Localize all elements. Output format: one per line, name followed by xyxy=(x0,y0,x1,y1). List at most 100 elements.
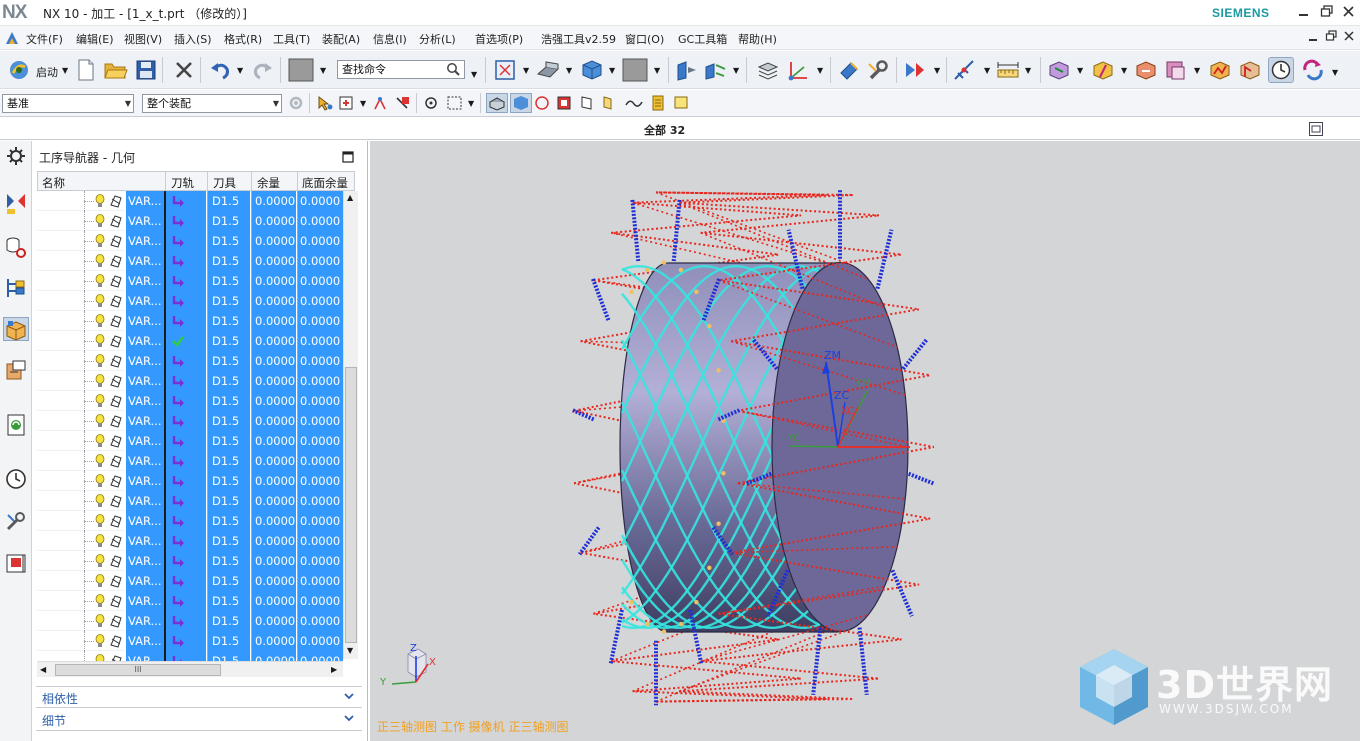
column-tool[interactable]: 刀具 xyxy=(213,175,236,191)
start-icon[interactable] xyxy=(6,57,32,83)
shaded-edges-icon[interactable] xyxy=(486,93,508,113)
command-search-input[interactable]: 查找命令 xyxy=(337,60,465,79)
menu-window[interactable]: 窗口(O) xyxy=(625,31,664,47)
clock-history-icon[interactable] xyxy=(1268,57,1294,83)
menu-analysis[interactable]: 分析(L) xyxy=(419,31,456,47)
add-select-icon[interactable] xyxy=(338,95,356,114)
column-floor-stock[interactable]: 底面余量 xyxy=(302,175,348,191)
restore-icon[interactable] xyxy=(1320,4,1334,20)
note-icon[interactable] xyxy=(673,95,689,114)
hscroll-thumb[interactable]: III xyxy=(55,664,221,676)
menu-edit[interactable]: 编辑(E) xyxy=(76,31,114,47)
maximize-view-icon[interactable] xyxy=(1308,121,1324,140)
operation-name[interactable]: VAR... xyxy=(126,231,164,251)
scroll-thumb[interactable] xyxy=(345,367,357,643)
measure-distance-icon[interactable] xyxy=(995,57,1021,83)
select-filter-icon[interactable] xyxy=(902,57,928,83)
operation-name[interactable]: VAR... xyxy=(126,491,164,511)
operation-row[interactable]: VAR...D1.50.00000.0000 xyxy=(37,631,355,651)
render-style-dropdown-icon[interactable]: ▼ xyxy=(320,66,326,75)
operation-row[interactable]: VAR...D1.50.00000.0000 xyxy=(37,351,355,371)
select-filter-dropdown-icon[interactable]: ▼ xyxy=(934,66,940,75)
menu-tools[interactable]: 工具(T) xyxy=(273,31,310,47)
operation-row[interactable]: VAR...D1.50.00000.0000 xyxy=(37,551,355,571)
menu-format[interactable]: 格式(R) xyxy=(224,31,262,47)
shaded-cube-dropdown-icon[interactable]: ▼ xyxy=(609,66,615,75)
scroll-up-arrow-icon[interactable]: ▲ xyxy=(347,193,353,202)
undo-dropdown-icon[interactable]: ▼ xyxy=(237,66,243,75)
type-filter-select[interactable]: 基准 ▼ xyxy=(2,94,134,113)
close-icon[interactable] xyxy=(1342,4,1356,20)
operation-name[interactable]: VAR... xyxy=(126,511,164,531)
translucent-icon[interactable] xyxy=(601,95,617,114)
pointer-select-icon[interactable] xyxy=(316,95,334,114)
details-section[interactable]: 细节 xyxy=(36,709,362,731)
undo-icon[interactable] xyxy=(207,57,233,83)
calculator-icon[interactable] xyxy=(650,95,666,114)
scroll-right-arrow-icon[interactable]: ▶ xyxy=(331,665,337,674)
menu-file[interactable]: 文件(F) xyxy=(26,31,63,47)
shaded-cube-icon[interactable] xyxy=(579,57,605,83)
search-dropdown-icon[interactable]: ▼ xyxy=(471,70,477,79)
operation-name[interactable]: VAR... xyxy=(126,631,164,651)
column-name[interactable]: 名称 xyxy=(42,175,65,191)
operation-name[interactable]: VAR... xyxy=(126,311,164,331)
column-stock[interactable]: 余量 xyxy=(257,175,280,191)
create-method-icon[interactable] xyxy=(1163,57,1189,83)
operation-row[interactable]: VAR...D1.50.00000.0000 xyxy=(37,331,355,351)
doc-restore-icon[interactable] xyxy=(1325,30,1339,44)
shaded-icon[interactable] xyxy=(510,93,532,113)
menu-info[interactable]: 信息(I) xyxy=(373,31,407,47)
operation-row[interactable]: VAR...D1.50.00000.0000 xyxy=(37,211,355,231)
operation-row[interactable]: VAR...D1.50.00000.0000 xyxy=(37,431,355,451)
menu-gc-toolbox[interactable]: GC工具箱 xyxy=(678,31,727,47)
render-style-icon[interactable] xyxy=(286,57,316,83)
part-navigator-icon[interactable] xyxy=(4,276,28,300)
create-geometry-icon[interactable] xyxy=(1046,57,1072,83)
operation-navigator-icon[interactable] xyxy=(3,317,29,341)
operation-name[interactable]: VAR... xyxy=(126,411,164,431)
delete-icon[interactable] xyxy=(171,57,197,83)
operation-name[interactable]: VAR... xyxy=(126,271,164,291)
menu-preferences[interactable]: 首选项(P) xyxy=(475,31,523,47)
generate-path-icon[interactable] xyxy=(1207,57,1233,83)
scroll-down-arrow-icon[interactable]: ▼ xyxy=(347,646,353,655)
operation-name[interactable]: VAR... xyxy=(126,251,164,271)
reuse-library-icon[interactable] xyxy=(4,413,28,437)
operation-name[interactable]: VAR... xyxy=(126,591,164,611)
box-select-icon[interactable] xyxy=(446,95,464,114)
move-object-icon[interactable] xyxy=(702,57,728,83)
operation-name[interactable]: VAR... xyxy=(126,211,164,231)
operation-name[interactable]: VAR... xyxy=(126,371,164,391)
details-expand-icon[interactable] xyxy=(343,712,355,727)
process-studio-icon[interactable] xyxy=(4,509,28,533)
background-style-icon[interactable] xyxy=(620,57,650,83)
operation-name[interactable]: VAR... xyxy=(126,531,164,551)
create-method-dropdown-icon[interactable]: ▼ xyxy=(1194,66,1200,75)
background-dropdown-icon[interactable]: ▼ xyxy=(654,66,660,75)
operation-name[interactable]: VAR... xyxy=(126,431,164,451)
wcs-icon[interactable] xyxy=(785,57,811,83)
new-file-icon[interactable] xyxy=(73,57,99,83)
operation-row[interactable]: VAR...D1.50.00000.0000 xyxy=(37,571,355,591)
operation-name[interactable]: VAR... xyxy=(126,331,164,351)
operation-row[interactable]: VAR...D1.50.00000.0000 xyxy=(37,511,355,531)
settings-gear-icon[interactable] xyxy=(4,144,28,168)
operation-name[interactable]: VAR... xyxy=(126,571,164,591)
layer-settings-icon[interactable] xyxy=(755,57,781,83)
selection-scope-select[interactable]: 整个装配 ▼ xyxy=(142,94,282,113)
create-tool-dropdown-icon[interactable]: ▼ xyxy=(1121,66,1127,75)
operation-name[interactable]: VAR... xyxy=(126,291,164,311)
operation-row[interactable]: VAR...D1.50.00000.0000 xyxy=(37,291,355,311)
operation-row[interactable]: VAR...D1.50.00000.0000 xyxy=(37,411,355,431)
manufacturing-wizard-icon[interactable] xyxy=(4,551,28,575)
menu-insert[interactable]: 插入(S) xyxy=(174,31,212,47)
dependencies-expand-icon[interactable] xyxy=(343,690,355,705)
assembly-navigator-icon[interactable] xyxy=(4,191,28,215)
operation-name[interactable]: VAR... xyxy=(126,351,164,371)
sphere-icon[interactable] xyxy=(534,95,550,114)
measure-dropdown-icon[interactable]: ▼ xyxy=(1025,66,1031,75)
type-filter-dropdown-icon[interactable]: ▼ xyxy=(125,95,131,112)
operation-name[interactable]: VAR... xyxy=(126,191,164,211)
operation-row[interactable]: VAR...D1.50.00000.0000 xyxy=(37,491,355,511)
